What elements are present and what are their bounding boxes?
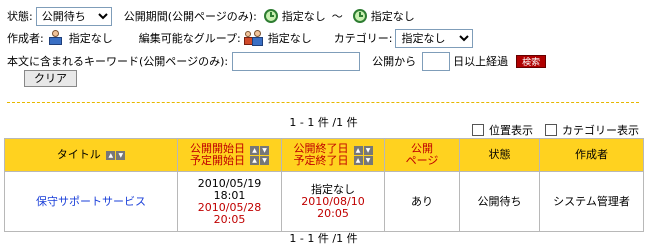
status-column-header: 状態: [459, 138, 540, 172]
days-input[interactable]: [422, 51, 451, 71]
position-display-label: 位置表示: [489, 124, 533, 137]
public-from-label: 公開から: [372, 55, 417, 68]
search-button[interactable]: 検索: [516, 54, 547, 68]
result-count-bottom: 1 - 1 件 /1 件: [289, 232, 358, 244]
planned-end-date: 2010/08/10: [301, 194, 365, 208]
status-select[interactable]: 公開待ち: [35, 6, 112, 26]
sort-asc-icon[interactable]: ▲: [106, 150, 116, 160]
divider: [7, 102, 639, 103]
planned-end-header-label: 予定終了日: [293, 154, 349, 167]
status-cell: 公開待ち: [459, 171, 540, 232]
end-value: 指定なし: [311, 182, 355, 196]
period-label: 公開期間(公開ページのみ):: [123, 10, 257, 23]
period-separator: 〜: [331, 10, 343, 23]
user-icon[interactable]: [47, 30, 65, 46]
page-list-table: タイトル ▲ ▼ 公開開始日 予定開始日 ▲ ▼ ▲ ▼ 公開終了日 予定終了日…: [4, 138, 644, 232]
end-date-cell: 指定なし 2010/08/10 20:05: [281, 171, 385, 232]
title-column-header: タイトル ▲ ▼: [4, 138, 178, 172]
sort-desc-icon[interactable]: ▼: [116, 150, 126, 160]
start-date-cell: 2010/05/19 18:01 2010/05/28 20:05: [177, 171, 282, 232]
keyword-input[interactable]: [232, 51, 361, 71]
status-label: 状態:: [7, 10, 33, 23]
planned-end-time: 20:05: [317, 206, 349, 220]
start-column-header: 公開開始日 予定開始日 ▲ ▼ ▲ ▼: [177, 138, 282, 172]
sort-asc-icon[interactable]: ▲: [250, 145, 259, 155]
sort-desc-icon[interactable]: ▼: [363, 155, 373, 165]
page-title-link[interactable]: 保守サポートサービス: [36, 195, 146, 208]
sort-asc-icon[interactable]: ▲: [353, 155, 363, 165]
sort-desc-icon[interactable]: ▼: [363, 145, 373, 155]
clear-button[interactable]: クリア: [24, 69, 77, 87]
filter-row-keyword: 本文に含まれるキーワード(公開ページのみ): 公開から 日以上経過 検索: [7, 50, 547, 72]
sort-asc-icon[interactable]: ▲: [353, 145, 363, 155]
sort-desc-icon[interactable]: ▼: [260, 155, 269, 165]
creator-value: 指定なし: [68, 32, 113, 45]
public-page-header-label-2: ページ: [405, 154, 439, 167]
days-suffix: 日以上経過: [453, 55, 509, 68]
table-header-row: タイトル ▲ ▼ 公開開始日 予定開始日 ▲ ▼ ▲ ▼ 公開終了日 予定終了日…: [4, 138, 644, 172]
title-sort-controls: ▲ ▼: [106, 150, 126, 160]
group-icon[interactable]: [243, 30, 264, 46]
planned-start-header-label: 予定開始日: [190, 154, 245, 167]
creator-label: 作成者:: [7, 32, 44, 45]
start-time: 18:01: [213, 188, 246, 202]
planned-start-time: 20:05: [213, 212, 246, 226]
public-page-cell: あり: [384, 171, 460, 232]
period-to-value: 指定なし: [370, 10, 415, 23]
category-display-checkbox[interactable]: [545, 124, 557, 136]
sort-desc-icon[interactable]: ▼: [260, 145, 269, 155]
group-value: 指定なし: [267, 32, 312, 45]
category-select[interactable]: 指定なし: [395, 28, 474, 48]
clock-icon[interactable]: [263, 9, 278, 23]
category-display-label: カテゴリー表示: [562, 124, 639, 137]
category-label: カテゴリー:: [333, 32, 393, 45]
display-options: 位置表示 カテゴリー表示: [460, 122, 639, 138]
sort-asc-icon[interactable]: ▲: [250, 155, 259, 165]
title-header-label: タイトル: [56, 148, 101, 161]
filter-row-status: 状態: 公開待ち 公開期間(公開ページのみ): 指定なし 〜 指定なし: [7, 5, 415, 27]
end-column-header: 公開終了日 予定終了日 ▲ ▼ ▲ ▼: [281, 138, 385, 172]
table-row: 保守サポートサービス 2010/05/19 18:01 2010/05/28 2…: [4, 171, 644, 232]
creator-column-header: 作成者: [539, 138, 644, 172]
creator-cell: システム管理者: [539, 171, 644, 232]
group-label: 編集可能なグループ:: [138, 32, 241, 45]
clock-icon[interactable]: [352, 9, 367, 23]
period-from-value: 指定なし: [281, 10, 326, 23]
filter-row-creator: 作成者: 指定なし 編集可能なグループ: 指定なし カテゴリー: 指定なし: [7, 27, 474, 49]
planned-start-date: 2010/05/28: [197, 200, 262, 214]
position-display-checkbox[interactable]: [472, 124, 484, 136]
public-page-column-header: 公開 ページ: [384, 138, 460, 172]
start-date: 2010/05/19: [197, 176, 262, 190]
filter-row-clear: クリア: [24, 67, 77, 89]
title-cell: 保守サポートサービス: [4, 171, 178, 232]
